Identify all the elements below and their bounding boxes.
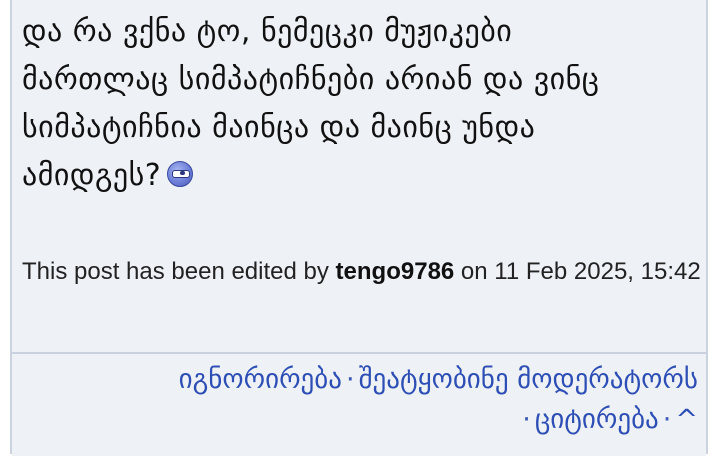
action-separator: · xyxy=(522,404,531,435)
edit-note-editor[interactable]: tengo9786 xyxy=(336,258,455,285)
action-separator: · xyxy=(662,404,672,435)
edit-note-prefix: This post has been edited by xyxy=(22,258,336,285)
post-actions: იგნორირება · შეატყობინე მოდერატორს · ციტირებ… xyxy=(58,360,698,440)
report-moderator-link[interactable]: შეატყობინე მოდერატორს xyxy=(359,364,698,395)
post-text-line: მართლაც სიმპატიჩნები არიან და ვინც xyxy=(22,62,600,97)
post-actions-bar: იგნორირება · შეატყობინე მოდერატორს · ციტირებ… xyxy=(12,352,706,456)
quote-link[interactable]: ციტირება xyxy=(535,404,659,435)
ignore-link[interactable]: იგნორირება xyxy=(179,364,342,395)
post-text-line: სიმპატიჩნია მაინცა და მაინც უნდა xyxy=(22,110,536,145)
post-text: და რა ვქნა ტო, ნემეცკი მუჟიკები მართლაც … xyxy=(22,8,702,200)
post-text-line: და რა ვქნა ტო, ნემეცკი მუჟიკები xyxy=(22,14,513,49)
edit-note-suffix: on 11 Feb 2025, 15:42 xyxy=(454,258,701,285)
post-text-line: ამიდგეს? xyxy=(22,158,162,193)
post-body: და რა ვქნა ტო, ნემეცკი მუჟიკები მართლაც … xyxy=(12,0,706,340)
post-text-line-last: ამიდგეს? xyxy=(22,152,702,200)
blindfold-emoticon-icon xyxy=(167,161,194,187)
forum-post: და რა ვქნა ტო, ნემეცკი მუჟიკები მართლაც … xyxy=(10,0,708,456)
action-separator: · xyxy=(345,364,355,395)
scroll-top-link[interactable]: ^ xyxy=(675,404,698,435)
edit-note: This post has been edited by tengo9786 o… xyxy=(22,248,702,296)
post-divider-gap xyxy=(12,340,706,352)
